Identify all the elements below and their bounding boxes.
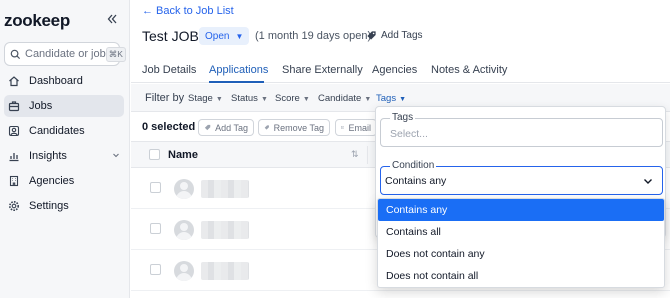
chevron-down-icon: ▼ [215, 96, 223, 103]
filter-chip-label: Candidate [318, 93, 362, 104]
candidate-name-redacted[interactable] [201, 180, 249, 198]
filter-by-label: Filter by [145, 92, 185, 104]
remove-tag-label: Remove Tag [273, 122, 324, 133]
add-tag-button[interactable]: Add Tag [198, 119, 254, 136]
tag-icon [204, 124, 211, 131]
column-divider [367, 146, 368, 164]
tags-field-label: Tags [390, 112, 416, 123]
chevron-down-icon: ▼ [364, 96, 372, 103]
condition-options-list: Contains any Contains all Does not conta… [377, 198, 665, 288]
tags-select-input[interactable]: Tags Select... [380, 112, 663, 147]
job-open-duration: (1 month 19 days open) [255, 30, 372, 42]
select-all-checkbox[interactable] [149, 149, 160, 160]
chevron-down-icon[interactable] [112, 151, 120, 161]
sidebar-item-label: Insights [29, 150, 67, 162]
filter-chip-label: Status [231, 93, 258, 104]
sidebar: zookeep Candidate or job ⌘K Dashboard Jo… [0, 0, 130, 298]
job-title: Test JOB [142, 28, 199, 44]
sidebar-item-dashboard[interactable]: Dashboard [4, 70, 124, 92]
row-checkbox[interactable] [150, 223, 161, 234]
search-icon [10, 49, 21, 59]
search-placeholder: Candidate or job [25, 48, 106, 60]
candidate-name-redacted[interactable] [201, 262, 249, 280]
email-label: Email [348, 122, 371, 133]
chevron-down-icon [642, 174, 654, 192]
user-icon [8, 125, 20, 137]
chevron-down-icon: ▼ [399, 96, 407, 103]
remove-tag-button[interactable]: Remove Tag [258, 119, 330, 136]
chevron-down-icon: ▼ [302, 96, 310, 103]
option-does-not-contain-any[interactable]: Does not contain any [378, 243, 664, 265]
sidebar-item-jobs[interactable]: Jobs [4, 95, 124, 117]
chevron-down-icon: ▼ [260, 96, 268, 103]
job-tabs: Job Details Applications Share Externall… [131, 56, 670, 83]
add-tags-label: Add Tags [381, 30, 423, 41]
option-does-not-contain-all[interactable]: Does not contain all [378, 265, 664, 287]
job-status-dropdown[interactable]: Open ▼ [199, 27, 250, 45]
back-to-job-list-link[interactable]: ← Back to Job List [142, 5, 234, 17]
tags-placeholder: Select... [390, 128, 428, 140]
building-icon [8, 175, 20, 187]
chart-icon [8, 150, 20, 162]
option-contains-any[interactable]: Contains any [378, 199, 664, 221]
avatar [174, 261, 194, 281]
home-icon [8, 75, 20, 87]
add-tags-button[interactable]: Add Tags [366, 30, 423, 41]
search-shortcut: ⌘K [105, 46, 126, 62]
sidebar-item-label: Jobs [29, 100, 53, 112]
row-checkbox[interactable] [150, 182, 161, 193]
filter-chip-label: Score [275, 93, 300, 104]
job-status-label: Open [205, 30, 230, 42]
condition-select[interactable]: Condition Contains any [380, 160, 663, 195]
search-input[interactable]: Candidate or job ⌘K [4, 42, 126, 66]
caret-down-icon: ▼ [235, 31, 244, 41]
email-button[interactable]: Email [335, 119, 377, 136]
add-tag-label: Add Tag [215, 122, 248, 133]
filter-chip-label: Tags [376, 93, 397, 104]
filter-candidate[interactable]: Candidate ▼ [318, 93, 371, 104]
app-window: zookeep Candidate or job ⌘K Dashboard Jo… [0, 0, 670, 298]
sidebar-item-label: Candidates [29, 125, 85, 137]
avatar [174, 220, 194, 240]
sidebar-item-agencies[interactable]: Agencies [4, 170, 124, 192]
tag-icon [367, 31, 376, 40]
avatar [174, 179, 194, 199]
sidebar-item-insights[interactable]: Insights [4, 145, 124, 167]
option-contains-all[interactable]: Contains all [378, 221, 664, 243]
tab-notes-activity[interactable]: Notes & Activity [431, 64, 507, 76]
filter-status[interactable]: Status ▼ [231, 93, 268, 104]
tag-icon [264, 125, 269, 130]
sidebar-item-label: Settings [29, 200, 69, 212]
sidebar-nav: Dashboard Jobs Candidates Insights Agenc… [0, 70, 130, 220]
tab-share-externally[interactable]: Share Externally [282, 64, 363, 76]
row-checkbox[interactable] [150, 264, 161, 275]
condition-field-label: Condition [390, 160, 437, 171]
sidebar-item-label: Agencies [29, 175, 75, 187]
sidebar-item-settings[interactable]: Settings [4, 195, 124, 217]
filter-score[interactable]: Score ▼ [275, 93, 310, 104]
filter-stage[interactable]: Stage ▼ [188, 93, 223, 104]
tab-agencies[interactable]: Agencies [372, 64, 417, 76]
zookeep-logo[interactable]: zookeep [4, 11, 70, 31]
filter-chip-label: Stage [188, 93, 213, 104]
active-tab-indicator [209, 81, 264, 83]
column-header-name[interactable]: Name [168, 149, 198, 161]
tab-job-details[interactable]: Job Details [142, 64, 196, 76]
briefcase-icon [8, 100, 20, 112]
tab-applications[interactable]: Applications [209, 64, 268, 76]
condition-value: Contains any [385, 175, 447, 187]
candidate-name-redacted[interactable] [201, 221, 249, 239]
mail-icon [341, 126, 345, 129]
selected-count: 0 selected [142, 121, 196, 133]
sidebar-item-label: Dashboard [29, 75, 83, 87]
sidebar-item-candidates[interactable]: Candidates [4, 120, 124, 142]
chevrons-left-icon[interactable] [106, 12, 118, 28]
gear-icon [8, 200, 20, 212]
filter-tags[interactable]: Tags ▼ [376, 93, 406, 104]
sort-icon[interactable]: ⇅ [351, 149, 359, 160]
